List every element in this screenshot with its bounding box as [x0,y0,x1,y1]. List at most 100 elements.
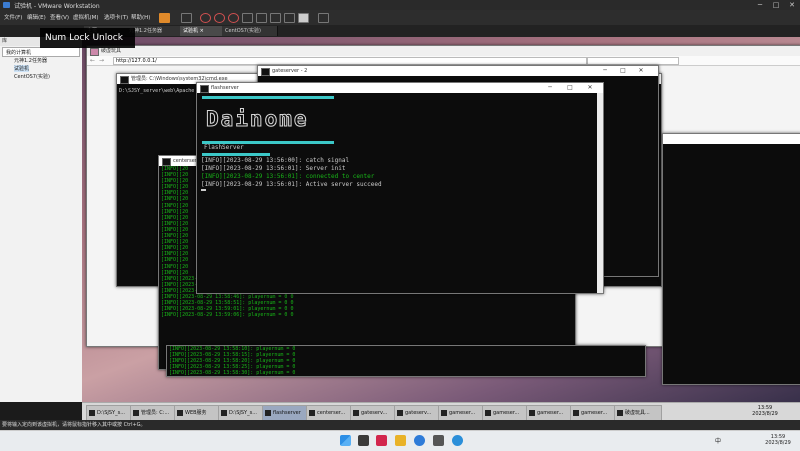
lower-log-lines: [INFO][2023-08-29 13:58:10]: playernum =… [169,346,645,376]
menu-view[interactable]: 查看(V) [50,13,69,21]
flashserver-title: flashserver [211,85,239,91]
fullscreen-icon[interactable] [270,13,281,23]
lower-log-line: [INFO][2023-08-29 13:58:30]: playernum =… [169,370,296,376]
minimize-icon[interactable]: ─ [598,66,612,76]
folder-icon[interactable] [395,435,406,446]
host-clock[interactable]: 13:59 2023/8/29 [760,434,796,446]
guest-desktop: 破虚玩具 ← → http://127.0.0.1/ 管理员: C:\Windo… [82,37,800,402]
browser-tab[interactable]: 破虚玩具 [101,48,121,54]
menu-help[interactable]: 帮助(H) [131,13,150,21]
close-icon[interactable]: ✕ [784,0,800,10]
gateserver-icon [261,68,270,76]
guest-task-item[interactable]: 破虚玩具... [614,405,662,421]
guest-task-item[interactable]: gateserv... [350,405,398,421]
library-panel: 库 我的计算机 元神1.2任务器 试验机 CentOS7(实验) [0,37,84,402]
snapshot-icon[interactable] [200,13,211,23]
flash-log-line: [INFO][2023-08-29 13:56:01]: Active serv… [201,181,382,188]
tab-centos[interactable]: CentOS7(实验) [222,26,278,36]
library-item[interactable]: 试验机 [14,65,30,72]
window-icon [133,410,139,416]
guest-task-item[interactable]: gameser... [570,405,618,421]
guest-task-item[interactable]: centerser... [306,405,354,421]
lower-console-window: [INFO][2023-08-29 13:58:10]: playernum =… [166,345,646,377]
close-icon[interactable]: ✕ [583,83,597,93]
browser-icon[interactable] [414,435,425,446]
app-icon[interactable] [376,435,387,446]
input-language[interactable]: 中 [715,436,721,445]
window-icon [573,410,579,416]
forward-icon[interactable]: → [99,57,104,64]
library-item[interactable]: 我的计算机 [6,49,31,56]
guest-task-label: gameser... [449,410,476,416]
menu-file[interactable]: 文件(F) [4,13,22,21]
edge-icon[interactable] [452,435,463,446]
revert-snapshot-icon[interactable] [214,13,225,23]
close-icon[interactable]: ✕ [634,66,648,76]
window-icon [89,410,95,416]
status-text: 要将输入定向到该虚拟机，请将鼠标指针移入其中或按 Ctrl+G。 [2,422,146,428]
minimize-icon[interactable]: ─ [752,0,768,10]
flash-log-line: [INFO][2023-08-29 13:56:01]: Server init [201,165,346,172]
cursor [201,189,206,191]
send-keys-icon[interactable] [181,13,192,23]
cmd-icon [120,76,129,84]
vmware-title-bar: 试验机 - VMware Workstation ─ □ ✕ [0,0,800,10]
vmware-status-bar: 要将输入定向到该虚拟机，请将鼠标指针移入其中或按 Ctrl+G。 [0,420,800,430]
guest-task-item[interactable]: WEB服务 [174,405,222,421]
guest-task-item[interactable]: 管理员: C:... [130,405,178,421]
tab-favicon [90,48,99,56]
back-icon[interactable]: ← [90,57,95,64]
logo-text: Dainome [206,107,309,132]
taskview-icon[interactable] [358,435,369,446]
window-icon [265,410,271,416]
minimize-icon[interactable]: ─ [543,83,557,93]
vmware-title: 试验机 - VMware Workstation [14,3,100,10]
library-item[interactable]: 元神1.2任务器 [14,57,47,64]
cmd-path-line: D:\SJSY_server\web\Apache [119,88,195,94]
flash-log-lines: [INFO][2023-08-29 13:56:00]: catch signa… [201,157,382,189]
tab-test-vm[interactable]: 试验机 × [180,26,224,36]
library-view-icon[interactable] [242,13,253,23]
numlock-tooltip: Num Lock Unlock [40,28,135,48]
maximize-icon[interactable]: □ [616,66,630,76]
guest-task-label: gateserv... [405,410,432,416]
host-taskbar: 中 13:59 2023/8/29 [0,430,800,451]
windows-start-icon[interactable] [340,435,351,446]
search-input[interactable] [587,57,679,65]
thumbnail-view-icon[interactable] [256,13,267,23]
flashserver-icon [200,85,209,93]
maximize-icon[interactable]: □ [768,0,784,10]
menu-tabs[interactable]: 选项卡(T) [104,13,128,21]
unity-icon[interactable] [284,13,295,23]
pause-icon[interactable] [159,13,170,23]
flashserver-console: Dainome FlashServer [INFO][2023-08-29 13… [197,93,603,293]
background-console-title-bar [663,134,800,144]
scrollbar[interactable] [597,93,603,293]
guest-task-label: 破虚玩具... [625,410,650,416]
stretch-icon[interactable] [318,13,329,23]
menu-vm[interactable]: 虚拟机(M) [73,13,99,21]
vmware-taskbar-icon[interactable] [433,435,444,446]
guest-clock[interactable]: 13:59 2023/8/29 [748,405,782,417]
guest-task-item[interactable]: D:\SJSY_s... [218,405,266,421]
guest-task-item[interactable]: gateserv... [394,405,442,421]
menu-edit[interactable]: 编辑(E) [27,13,46,21]
guest-task-item[interactable]: gameser... [438,405,486,421]
console-icon[interactable] [298,13,309,23]
window-icon [177,410,183,416]
gateserver-title: gateserver - 2 [272,68,308,74]
address-bar[interactable]: http://127.0.0.1/ [113,57,587,65]
guest-task-item[interactable]: flashserver [262,405,310,421]
browser-tab-bar: 破虚玩具 [87,46,800,56]
guest-task-item[interactable]: D:\SJSY_s... [86,405,134,421]
guest-task-item[interactable]: gameser... [526,405,574,421]
server-label: FlashServer [202,144,270,156]
flashserver-title-bar: flashserver ─ □ ✕ [197,83,603,93]
manage-snapshot-icon[interactable] [228,13,239,23]
maximize-icon[interactable]: □ [563,83,577,93]
flash-log-line: [INFO][2023-08-29 13:56:01]: connected t… [201,173,375,180]
library-item[interactable]: CentOS7(实验) [14,73,50,80]
gateserver-title-bar: gateserver - 2 ─ □ ✕ [258,66,658,76]
guest-task-item[interactable]: gameser... [482,405,530,421]
vmware-menu-bar: 文件(F) 编辑(E) 查看(V) 虚拟机(M) 选项卡(T) 帮助(H) [0,10,800,26]
